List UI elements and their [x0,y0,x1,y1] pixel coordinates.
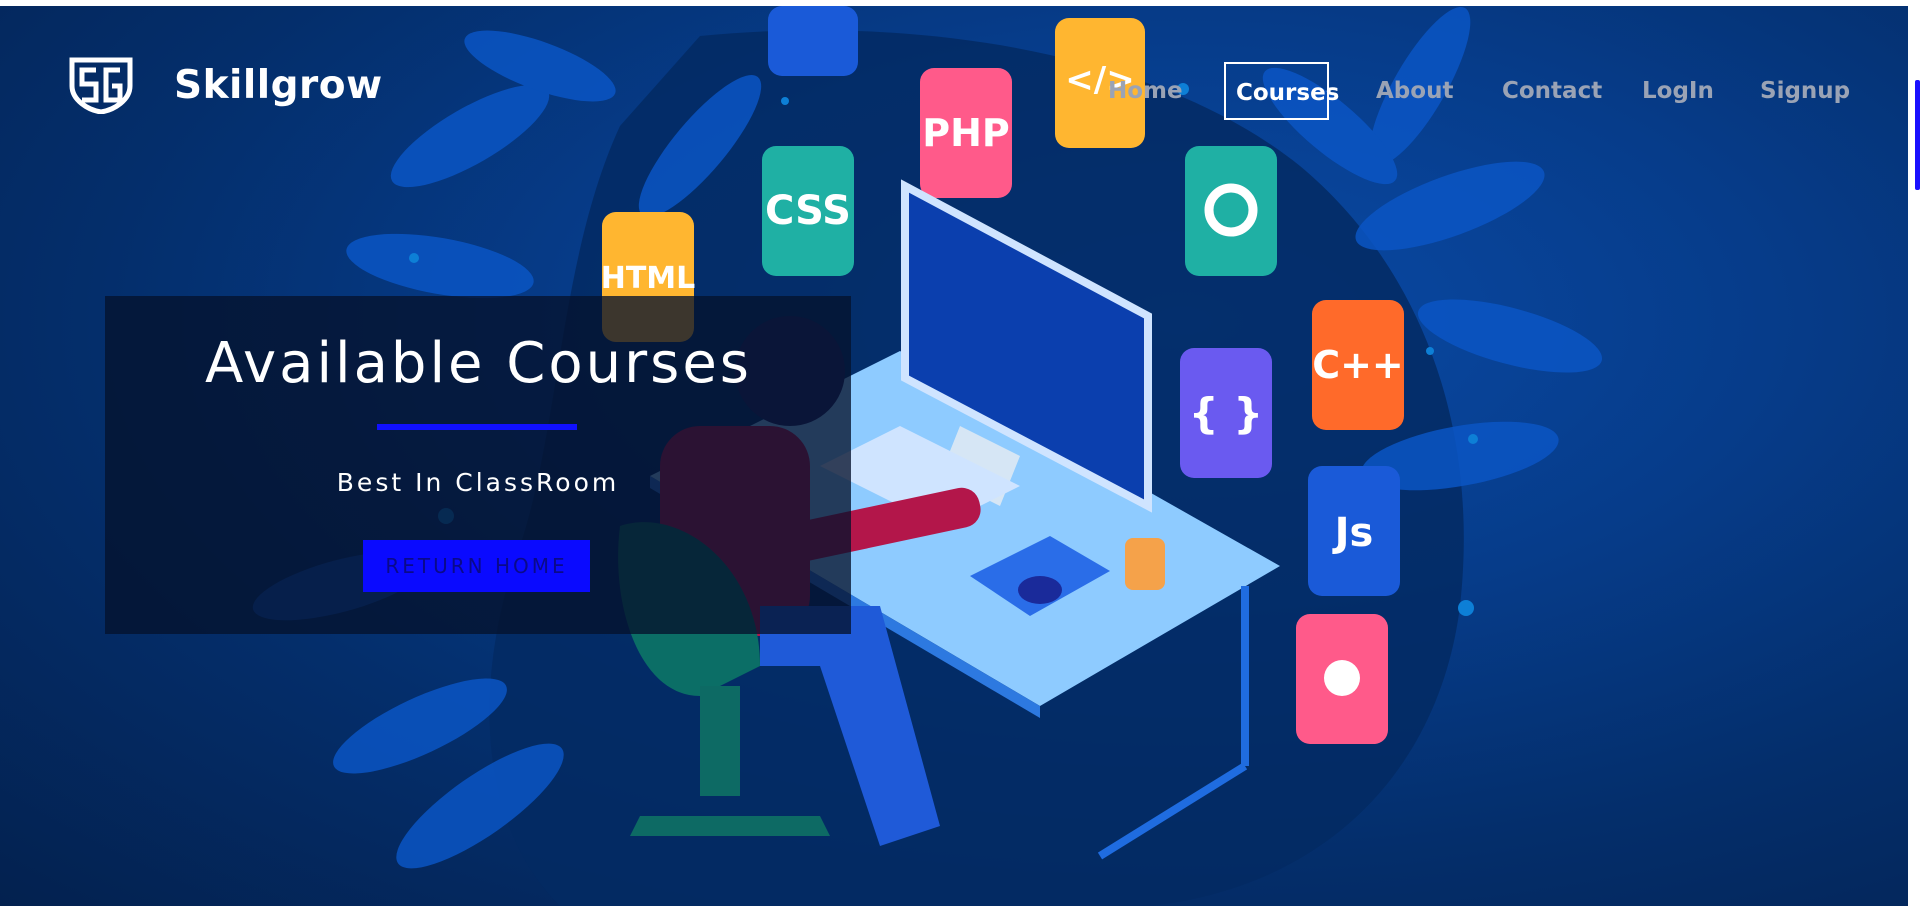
scrollbar-thumb[interactable] [1915,80,1920,190]
nav-item-courses[interactable]: Courses [1224,62,1339,120]
main-nav: Home Courses About Contact LogIn Signup [0,62,1908,122]
hero-section: PHP </> CSS HTML C++ { } Js Skillgrow Ho… [0,6,1908,906]
nav-item-contact[interactable]: Contact [1502,62,1602,120]
title-underline [377,424,577,430]
svg-text:CSS: CSS [765,188,851,234]
nav-item-signup[interactable]: Signup [1760,62,1850,120]
svg-text:HTML: HTML [601,261,696,296]
svg-text:Js: Js [1332,510,1374,556]
return-home-button[interactable]: RETURN HOME [363,540,590,592]
svg-text:C++: C++ [1312,343,1404,387]
nav-item-home[interactable]: Home [1108,62,1183,120]
hero-subtitle: Best In ClassRoom [336,468,620,497]
hero-panel: Available Courses Best In ClassRoom RETU… [105,296,851,634]
nav-item-login[interactable]: LogIn [1642,62,1714,120]
page-scrollbar[interactable] [1908,0,1920,906]
page-title: Available Courses [205,331,752,396]
nav-item-about[interactable]: About [1376,62,1453,120]
svg-text:{ }: { } [1189,389,1263,438]
